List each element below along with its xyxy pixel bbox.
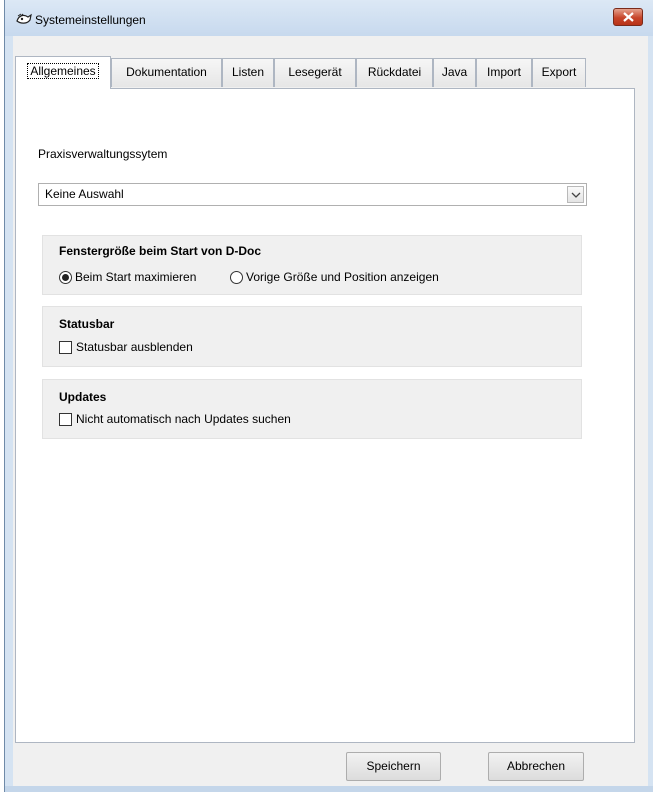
pvs-label: Praxisverwaltungssytem bbox=[38, 147, 168, 161]
statusbar-group: Statusbar Statusbar ausblenden bbox=[42, 306, 582, 367]
cancel-button[interactable]: Abbrechen bbox=[488, 752, 584, 781]
tab-label: Allgemeines bbox=[27, 63, 99, 79]
tab-export[interactable]: Export bbox=[532, 58, 586, 87]
window-size-group: Fenstergröße beim Start von D-Doc Beim S… bbox=[42, 235, 582, 295]
updates-checkbox-label[interactable]: Nicht automatisch nach Updates suchen bbox=[76, 412, 291, 426]
close-icon bbox=[623, 12, 634, 22]
dialog-client-area: Allgemeines Dokumentation Listen Leseger… bbox=[13, 36, 648, 788]
statusbar-hide-label[interactable]: Statusbar ausblenden bbox=[76, 340, 193, 354]
pvs-selected-value: Keine Auswahl bbox=[45, 187, 124, 201]
settings-window: Systemeinstellungen Allgemeines Dokument… bbox=[4, 0, 653, 792]
tab-listen[interactable]: Listen bbox=[222, 58, 274, 87]
tab-import[interactable]: Import bbox=[476, 58, 532, 87]
statusbar-hide-checkbox[interactable] bbox=[59, 341, 72, 354]
updates-group: Updates Nicht automatisch nach Updates s… bbox=[42, 379, 582, 439]
radio-previous-size[interactable] bbox=[230, 271, 243, 284]
chevron-down-icon bbox=[571, 192, 581, 198]
updates-group-title: Updates bbox=[59, 390, 107, 404]
window-title: Systemeinstellungen bbox=[35, 13, 146, 27]
app-icon bbox=[15, 12, 33, 26]
radio-maximize-label[interactable]: Beim Start maximieren bbox=[75, 270, 196, 284]
tab-strip: Allgemeines Dokumentation Listen Leseger… bbox=[15, 56, 635, 89]
tab-lesegeraet[interactable]: Lesegerät bbox=[274, 58, 356, 87]
updates-checkbox[interactable] bbox=[59, 413, 72, 426]
radio-selected-dot bbox=[62, 274, 69, 281]
radio-maximize[interactable] bbox=[59, 271, 72, 284]
title-bar[interactable]: Systemeinstellungen bbox=[5, 0, 653, 36]
window-size-group-title: Fenstergröße beim Start von D-Doc bbox=[59, 244, 262, 258]
tab-allgemeines[interactable]: Allgemeines bbox=[15, 56, 111, 89]
statusbar-group-title: Statusbar bbox=[59, 317, 115, 331]
window-bottom-border bbox=[5, 786, 653, 792]
radio-previous-size-label[interactable]: Vorige Größe und Position anzeigen bbox=[246, 270, 439, 284]
tab-panel-allgemeines: Praxisverwaltungssytem Keine Auswahl Fen… bbox=[15, 88, 635, 743]
tab-java[interactable]: Java bbox=[433, 58, 476, 87]
pvs-dropdown[interactable]: Keine Auswahl bbox=[38, 183, 587, 206]
close-button[interactable] bbox=[613, 8, 643, 26]
tab-rueckdatei[interactable]: Rückdatei bbox=[356, 58, 433, 87]
dropdown-button[interactable] bbox=[567, 186, 584, 203]
save-button[interactable]: Speichern bbox=[346, 752, 441, 781]
tab-dokumentation[interactable]: Dokumentation bbox=[111, 58, 222, 87]
